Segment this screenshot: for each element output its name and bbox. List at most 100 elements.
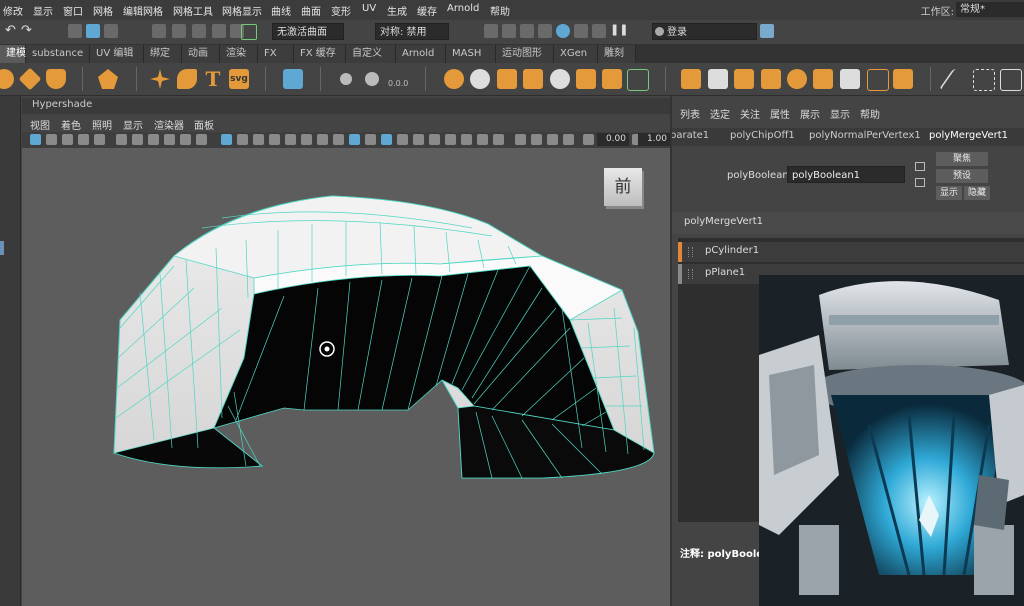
resolution-gate-icon[interactable] bbox=[164, 134, 175, 145]
tab-fx-caching[interactable]: FX 缓存 bbox=[294, 45, 346, 63]
viewcube[interactable]: 前 bbox=[604, 168, 642, 206]
menu-window[interactable]: 窗口 bbox=[63, 3, 83, 18]
preset-arrow-icon[interactable] bbox=[915, 178, 925, 187]
xray-joints-icon[interactable] bbox=[381, 134, 392, 145]
workspace-dropdown[interactable]: 常规* bbox=[956, 2, 1024, 17]
list-item[interactable]: pCylinder1 bbox=[678, 242, 1024, 262]
select-hierarchy-icon[interactable] bbox=[68, 24, 82, 38]
pause-icon[interactable]: ❚❚ bbox=[610, 23, 628, 37]
ae-tab-chipoff[interactable]: polyChipOff1 bbox=[730, 130, 795, 141]
quad-draw-icon[interactable] bbox=[973, 69, 995, 91]
reduce-icon[interactable] bbox=[576, 69, 596, 89]
xray-components-icon[interactable] bbox=[397, 134, 408, 145]
ae-menu-show[interactable]: 展示 bbox=[800, 106, 820, 121]
panel-menu-view[interactable]: 视图 bbox=[30, 117, 50, 132]
snap-grid-icon[interactable] bbox=[152, 24, 166, 38]
poly-cylinder-icon[interactable] bbox=[46, 69, 66, 89]
symmetry-field[interactable]: 对称: 禁用 bbox=[375, 23, 449, 40]
two-d-pan-icon[interactable] bbox=[94, 134, 105, 145]
multi-cut-icon[interactable] bbox=[787, 69, 807, 89]
tab-sculpting[interactable]: 雕刻 bbox=[598, 45, 636, 63]
camera-nav-icon[interactable] bbox=[547, 134, 558, 145]
ae-tab-normal[interactable]: polyNormalPerVertex1 bbox=[809, 130, 921, 141]
panel-menu-shading[interactable]: 着色 bbox=[61, 117, 81, 132]
poly-cube-icon[interactable] bbox=[18, 67, 42, 91]
panel-menu-renderer[interactable]: 渲染器 bbox=[154, 117, 184, 132]
menu-surfaces[interactable]: 曲面 bbox=[301, 3, 321, 18]
menu-mesh-display[interactable]: 网格显示 bbox=[222, 3, 262, 18]
hide-button[interactable]: 隐藏 bbox=[964, 186, 990, 200]
tab-motion-graphics[interactable]: 运动图形 bbox=[496, 45, 554, 63]
render-view-icon[interactable] bbox=[574, 24, 588, 38]
tab-fx[interactable]: FX bbox=[258, 45, 294, 63]
panel-menu-lighting[interactable]: 照明 bbox=[92, 117, 112, 132]
platonic-solid-icon[interactable] bbox=[98, 69, 118, 89]
exposure-field[interactable]: 0.00 bbox=[597, 133, 629, 146]
grid-toggle-icon[interactable] bbox=[221, 134, 232, 145]
smooth-icon[interactable] bbox=[497, 69, 517, 89]
lights-icon[interactable] bbox=[333, 134, 344, 145]
mesh-object[interactable] bbox=[112, 195, 655, 479]
focus-arrow-icon[interactable] bbox=[915, 162, 925, 171]
drag-handle-icon[interactable] bbox=[688, 269, 693, 279]
login-field[interactable]: 登录 bbox=[652, 23, 757, 40]
type-tool-icon[interactable]: T bbox=[203, 69, 223, 89]
select-camera-icon[interactable] bbox=[30, 134, 41, 145]
default-material-icon[interactable] bbox=[301, 134, 312, 145]
svg-tool-icon[interactable]: svg bbox=[229, 69, 249, 89]
snap-curve-icon[interactable] bbox=[172, 24, 186, 38]
ipr-icon[interactable] bbox=[520, 24, 534, 38]
node-name-field[interactable]: polyBoolean1 bbox=[787, 166, 905, 183]
tab-mash[interactable]: MASH bbox=[446, 45, 496, 63]
exposure-icon[interactable] bbox=[583, 134, 594, 145]
motion-blur-icon[interactable] bbox=[445, 134, 456, 145]
ae-menu-help[interactable]: 帮助 bbox=[860, 106, 880, 121]
section-header[interactable]: polyMergeVert1 bbox=[672, 212, 1024, 234]
menu-generate[interactable]: 生成 bbox=[387, 3, 407, 18]
gate-mask-icon[interactable] bbox=[180, 134, 191, 145]
gamma-field[interactable]: 1.00 bbox=[638, 133, 670, 146]
merge-icon[interactable] bbox=[813, 69, 833, 89]
redo-icon[interactable]: ↷ bbox=[21, 23, 35, 38]
render-icon[interactable] bbox=[484, 24, 498, 38]
combine-icon[interactable] bbox=[340, 73, 352, 85]
screen-ao-icon[interactable] bbox=[429, 134, 440, 145]
grid-icon[interactable] bbox=[283, 69, 303, 89]
target-weld-icon[interactable] bbox=[867, 69, 889, 91]
bridge-icon[interactable] bbox=[708, 69, 728, 89]
movie-icon[interactable] bbox=[132, 134, 143, 145]
separate-icon[interactable] bbox=[365, 72, 379, 86]
slide-edge-icon[interactable] bbox=[1000, 69, 1022, 91]
boolean-union-icon[interactable] bbox=[444, 69, 464, 89]
ae-menu-attributes[interactable]: 属性 bbox=[770, 106, 790, 121]
live-surface-field[interactable]: 无激活曲面 bbox=[272, 23, 344, 40]
ae-menu-focus[interactable]: 关注 bbox=[740, 106, 760, 121]
xray-icon[interactable] bbox=[365, 134, 376, 145]
wireframe-icon[interactable] bbox=[269, 134, 280, 145]
bevel-readout-icon[interactable]: 0.0.0 bbox=[388, 69, 408, 89]
snap-point-icon[interactable] bbox=[192, 24, 206, 38]
fill-hole-icon[interactable] bbox=[761, 69, 781, 89]
menu-edit-mesh[interactable]: 编辑网格 bbox=[123, 3, 163, 18]
menu-mesh-tools[interactable]: 网格工具 bbox=[173, 3, 213, 18]
tab-modeling[interactable]: 建模 bbox=[0, 45, 26, 63]
ae-menu-list[interactable]: 列表 bbox=[680, 106, 700, 121]
sweep-mesh-icon[interactable] bbox=[177, 69, 197, 89]
safe-action-icon[interactable] bbox=[237, 134, 248, 145]
drag-handle-icon[interactable] bbox=[688, 247, 693, 257]
ae-tab-separate[interactable]: parate1 bbox=[672, 130, 709, 141]
extrude-icon[interactable] bbox=[681, 69, 701, 89]
boolean-difference-icon[interactable] bbox=[470, 69, 490, 89]
hud-icon[interactable] bbox=[531, 134, 542, 145]
snap-view-icon[interactable] bbox=[212, 24, 226, 38]
snap-live-icon[interactable] bbox=[241, 24, 257, 40]
menu-help[interactable]: 帮助 bbox=[490, 3, 510, 18]
hypershade-icon[interactable] bbox=[556, 24, 570, 38]
menu-modify[interactable]: 修改 bbox=[3, 3, 23, 18]
super-shape-icon[interactable] bbox=[150, 69, 170, 89]
safe-title-icon[interactable] bbox=[253, 134, 264, 145]
menu-display[interactable]: 显示 bbox=[33, 3, 53, 18]
render-sequence-icon[interactable] bbox=[502, 24, 516, 38]
tab-rendering[interactable]: 渲染 bbox=[220, 45, 258, 63]
panel-tab-title[interactable]: Hypershade bbox=[32, 99, 92, 110]
